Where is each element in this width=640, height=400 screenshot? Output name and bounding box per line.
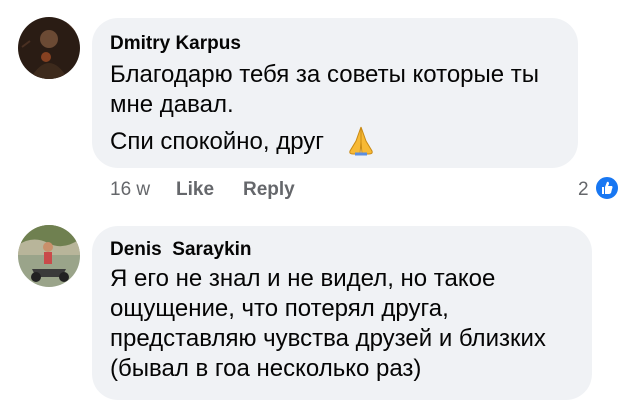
folded-hands-icon (345, 124, 377, 156)
comment-text-line: представляю чувства друзей и близких (110, 325, 546, 352)
comment-author[interactable]: Dmitry Karpus (110, 33, 241, 55)
comment-text-line: ощущение, что потерял друга, (110, 295, 449, 322)
comment-text-line: Я его не знал и не видел, но такое (110, 265, 496, 292)
like-thumb-icon[interactable] (594, 175, 620, 201)
like-button[interactable]: Like (176, 179, 214, 201)
comment-text-line: (бывал в гоа несколько раз) (110, 355, 422, 382)
comment-text-line: Спи спокойно, друг (110, 128, 325, 155)
comment-timestamp[interactable]: 16 w (110, 179, 150, 201)
avatar-dmitry[interactable] (18, 17, 80, 79)
reaction-count[interactable]: 2 (578, 179, 589, 201)
comment-text-line: мне давал. (110, 91, 234, 118)
comment-text-line: Благодарю тебя за советы которые ты (110, 61, 540, 88)
avatar-denis[interactable] (18, 225, 80, 287)
comment-author[interactable]: Denis Saraykin (110, 239, 252, 261)
reply-button[interactable]: Reply (243, 179, 295, 201)
